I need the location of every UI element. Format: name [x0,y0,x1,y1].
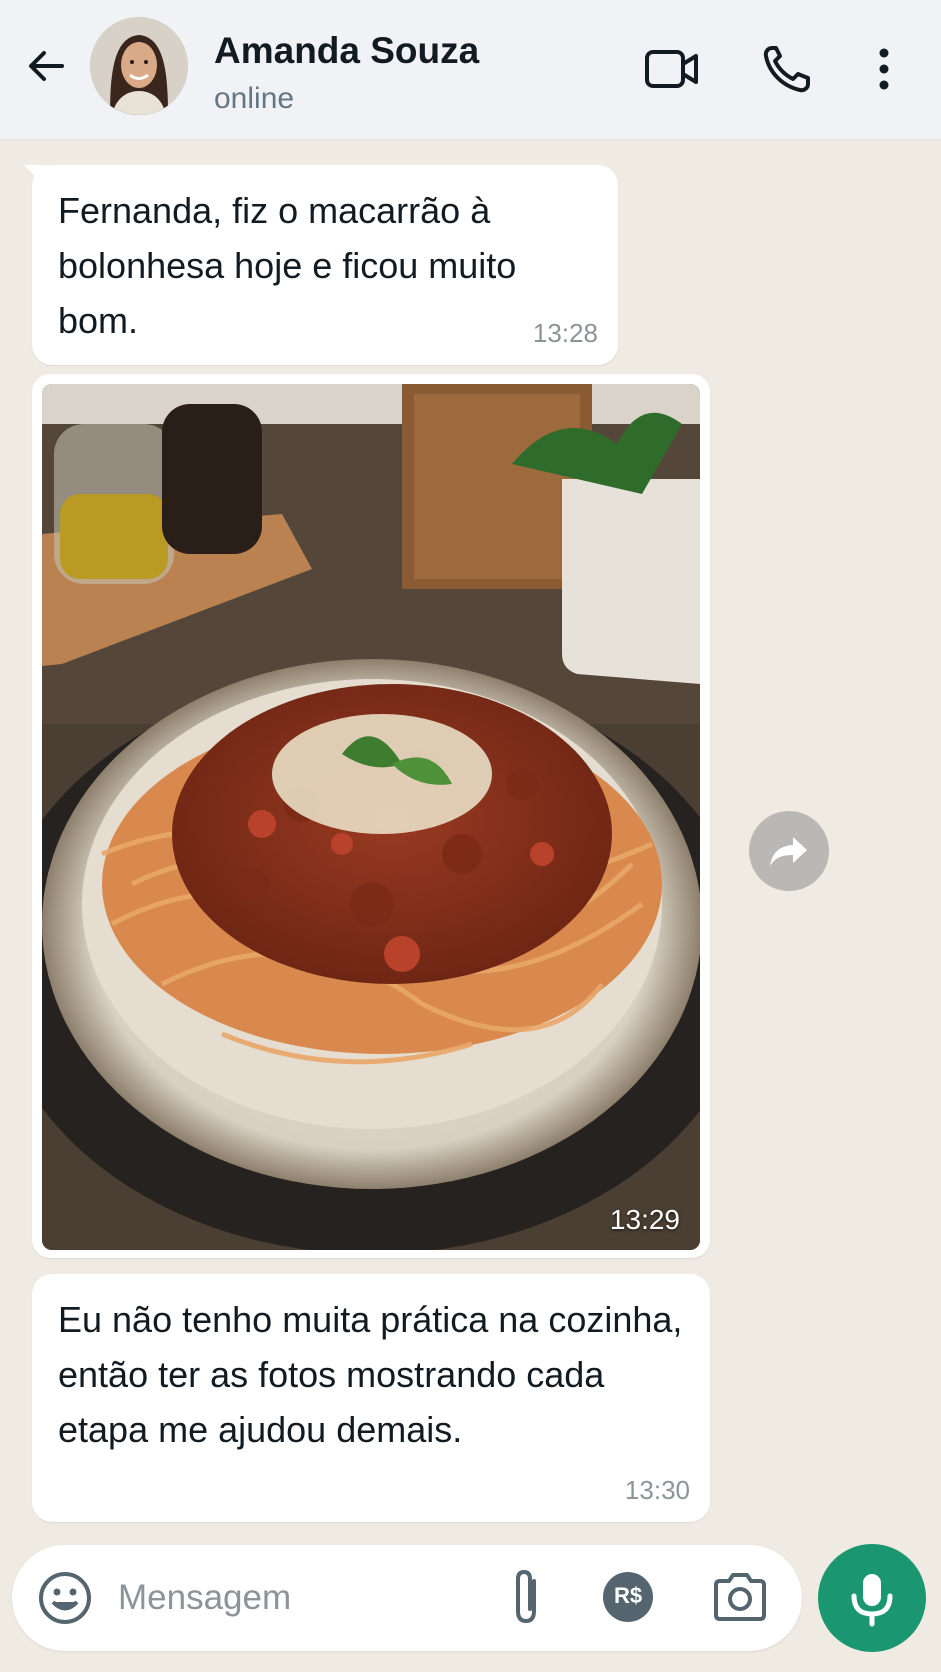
message-time: 13:28 [532,318,598,348]
message-time: 13:29 [609,1204,680,1235]
chat-header: Amanda Souza online [0,0,941,140]
message-text: Eu não tenho muita prática na cozinha, e… [58,1299,683,1450]
incoming-message[interactable]: Fernanda, fiz o macarrão à bolonhesa hoj… [32,165,618,365]
food-photo-image [42,384,700,1250]
payment-button[interactable]: R$ [600,1569,656,1625]
message-time: 13:30 [624,1475,690,1505]
contact-name[interactable]: Amanda Souza [214,30,479,72]
payment-label: R$ [613,1583,643,1608]
forward-button[interactable] [749,811,829,891]
forward-arrow-icon [770,837,807,866]
contact-avatar[interactable] [90,17,188,115]
emoji-icon[interactable] [36,1569,94,1627]
camera-icon[interactable] [710,1569,770,1625]
incoming-message[interactable]: Eu não tenho muita prática na cozinha, e… [32,1274,710,1522]
avatar-portrait-icon [90,17,188,115]
incoming-image-message[interactable]: 13:29 [32,374,710,1258]
video-call-icon[interactable] [644,44,700,94]
back-arrow-icon[interactable] [24,44,68,88]
message-text: Fernanda, fiz o macarrão à bolonhesa hoj… [58,190,517,341]
more-options-icon[interactable] [866,44,902,94]
microphone-icon [851,1574,893,1627]
spaghetti-bolognese-photo[interactable]: 13:29 [42,384,700,1250]
contact-status: online [214,82,295,115]
message-composer: R$ [12,1545,802,1651]
voice-call-icon[interactable] [760,44,816,94]
attach-icon[interactable] [500,1567,558,1629]
voice-message-button[interactable] [818,1544,926,1652]
message-input[interactable] [118,1571,458,1625]
